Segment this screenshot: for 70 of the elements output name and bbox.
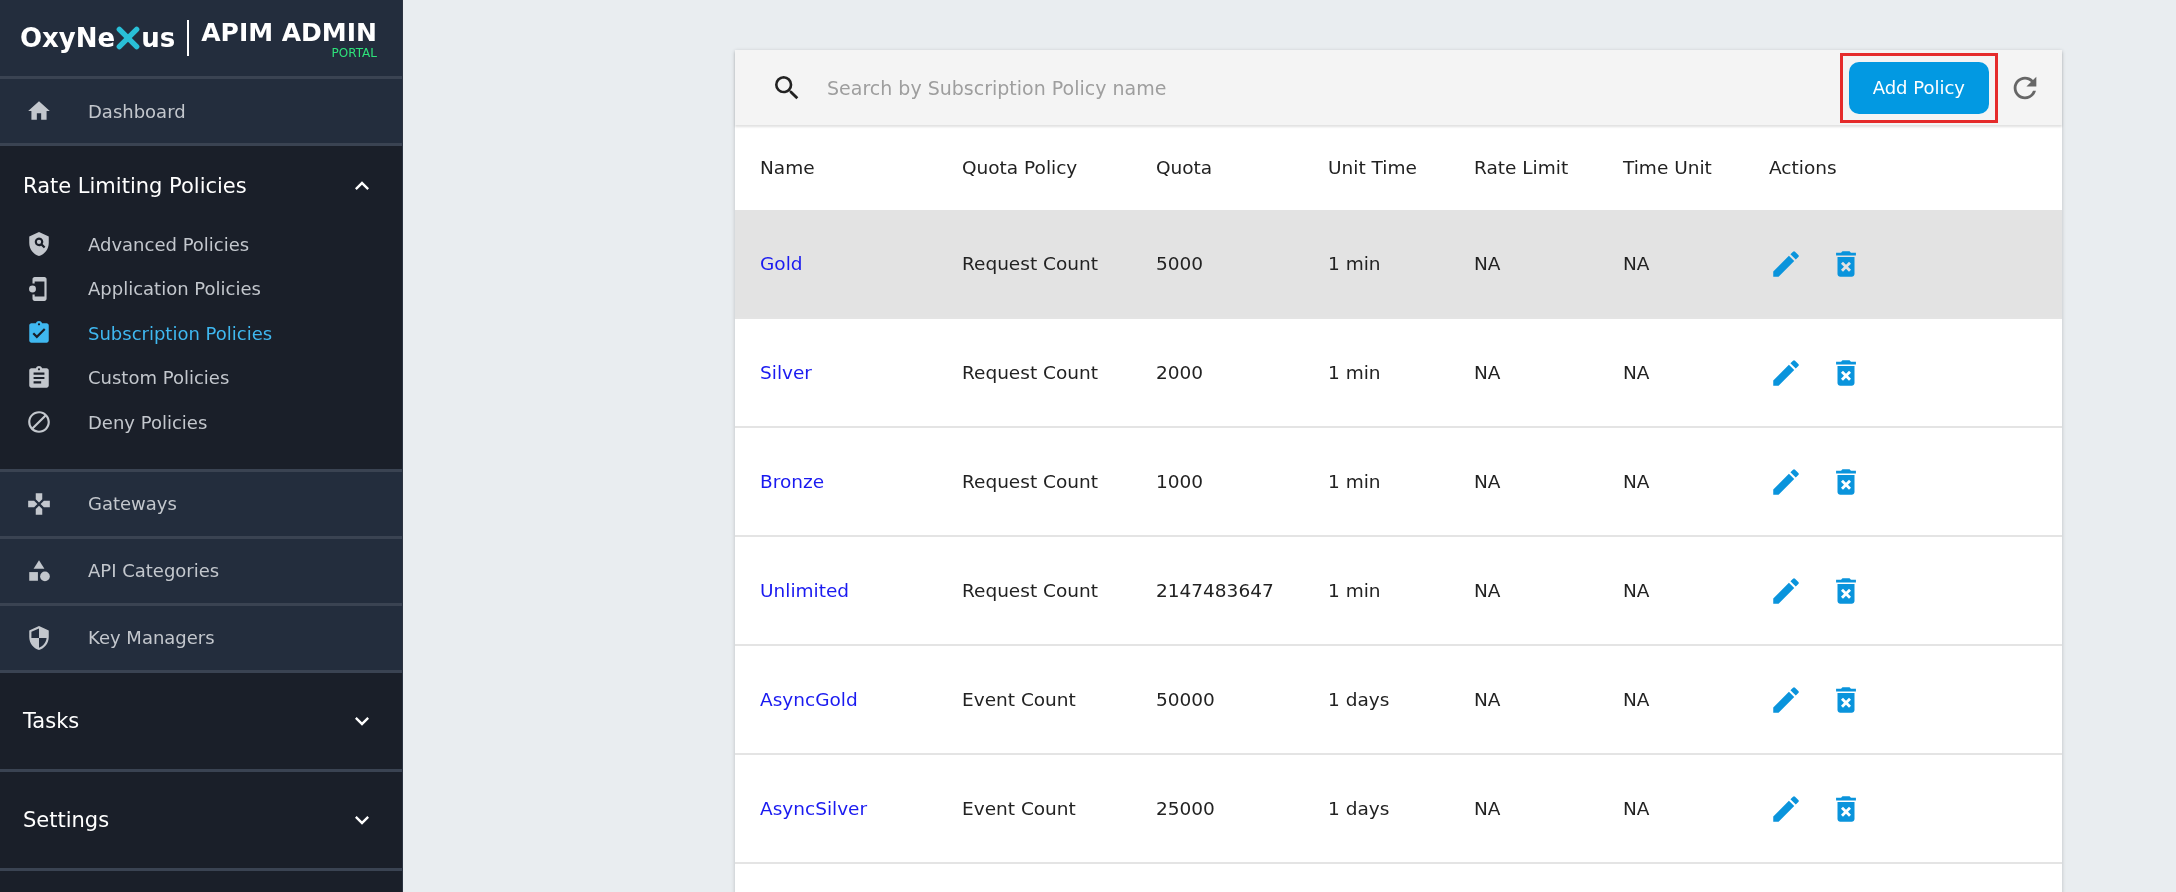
sidebar-item[interactable]: Key Managers — [0, 605, 402, 673]
table-cell-text: 1 min — [1328, 580, 1382, 601]
sidebar-subitem[interactable]: Deny Policies — [0, 400, 402, 445]
table-cell-text: NA — [1623, 689, 1651, 710]
table-cell-text: NA — [1474, 253, 1502, 274]
sidebar-item-label: Dashboard — [88, 100, 186, 122]
column-header: Quota Policy — [962, 157, 1079, 178]
table-cell-text: NA — [1474, 471, 1502, 492]
column-header: Name — [760, 157, 816, 178]
policy-name-link[interactable]: Bronze — [760, 471, 962, 492]
block-icon — [26, 409, 52, 436]
brand-text: OxyNe — [20, 23, 116, 53]
table-cell-text: 25000 — [1156, 798, 1216, 819]
table-cell-text: NA — [1474, 580, 1502, 601]
policy-name-link[interactable]: AsyncGold — [760, 689, 962, 710]
sidebar-item[interactable]: Dashboard — [0, 79, 402, 146]
table-cell-text: NA — [1474, 362, 1502, 383]
column-header: Quota — [1156, 157, 1214, 178]
table-cell-text: 1000 — [1156, 471, 1205, 492]
table-cell-text: 2000 — [1156, 362, 1205, 383]
column-header: Actions — [1769, 157, 1838, 178]
table-cell-text: 1 min — [1328, 471, 1382, 492]
shield-search-icon — [26, 231, 52, 258]
table-cell-text: 1 min — [1328, 362, 1382, 383]
table-cell-text: 1 days — [1328, 798, 1391, 819]
sidebar-subitem[interactable]: Application Policies — [0, 266, 402, 311]
column-header: Rate Limit — [1474, 157, 1570, 178]
table-cell-text: 1 days — [1328, 689, 1391, 710]
table-cell-text: NA — [1623, 253, 1651, 274]
sidebar-subitem[interactable]: Advanced Policies — [0, 222, 402, 267]
gamepad-icon — [26, 490, 52, 517]
table-cell-text: Request Count — [962, 580, 1099, 601]
sidebar-group-label[interactable]: Settings — [23, 807, 110, 832]
table-cell-text: 50000 — [1156, 689, 1216, 710]
x-logo-icon — [115, 25, 142, 51]
policy-name-link[interactable]: Silver — [760, 362, 962, 383]
sidebar-group-label[interactable]: Tasks — [23, 708, 80, 733]
sidebar-item-label: Gateways — [88, 493, 177, 514]
table-cell-text: Request Count — [962, 471, 1099, 492]
sidebar-item-label: Key Managers — [88, 627, 215, 648]
table-cell-text: NA — [1623, 471, 1651, 492]
sidebar-subitem[interactable]: Custom Policies — [0, 355, 402, 400]
sidebar-item[interactable]: API Categories — [0, 538, 402, 606]
table-cell-text: NA — [1474, 798, 1502, 819]
table-cell-text: Event Count — [962, 798, 1077, 819]
policy-name-link[interactable]: Gold — [760, 253, 962, 274]
sidebar-item[interactable]: Gateways — [0, 471, 402, 539]
table-cell-text: 5000 — [1156, 253, 1205, 274]
table-cell-text: NA — [1623, 798, 1651, 819]
table-cell-text: NA — [1623, 362, 1651, 383]
table-cell-text: NA — [1623, 580, 1651, 601]
sidebar-item-label: API Categories — [88, 560, 220, 581]
brand-text: us — [141, 23, 176, 53]
search-field[interactable]: Search by Subscription Policy name — [825, 75, 1840, 100]
table-cell-text: Request Count — [962, 362, 1099, 383]
policy-name-link[interactable]: Unlimited — [760, 580, 962, 601]
table-cell-text: 1 min — [1328, 253, 1382, 274]
table-cell-text: Request Count — [962, 253, 1099, 274]
column-header: Time Unit — [1623, 157, 1713, 178]
table-cell-text: NA — [1474, 689, 1502, 710]
shield-icon — [26, 624, 52, 651]
table-cell-text: 2147483647 — [1156, 580, 1275, 601]
clipboard-icon — [26, 364, 52, 391]
sidebar-group-label[interactable]: Rate Limiting Policies — [23, 174, 247, 198]
column-header: Unit Time — [1328, 157, 1418, 178]
portal-title: APIM ADMIN — [201, 17, 377, 47]
sidebar-subitem[interactable]: Subscription Policies — [0, 311, 402, 356]
policy-name-link[interactable]: AsyncSilver — [760, 798, 962, 819]
portal-subtitle: PORTAL — [331, 46, 377, 59]
table-cell-text: Event Count — [962, 689, 1077, 710]
